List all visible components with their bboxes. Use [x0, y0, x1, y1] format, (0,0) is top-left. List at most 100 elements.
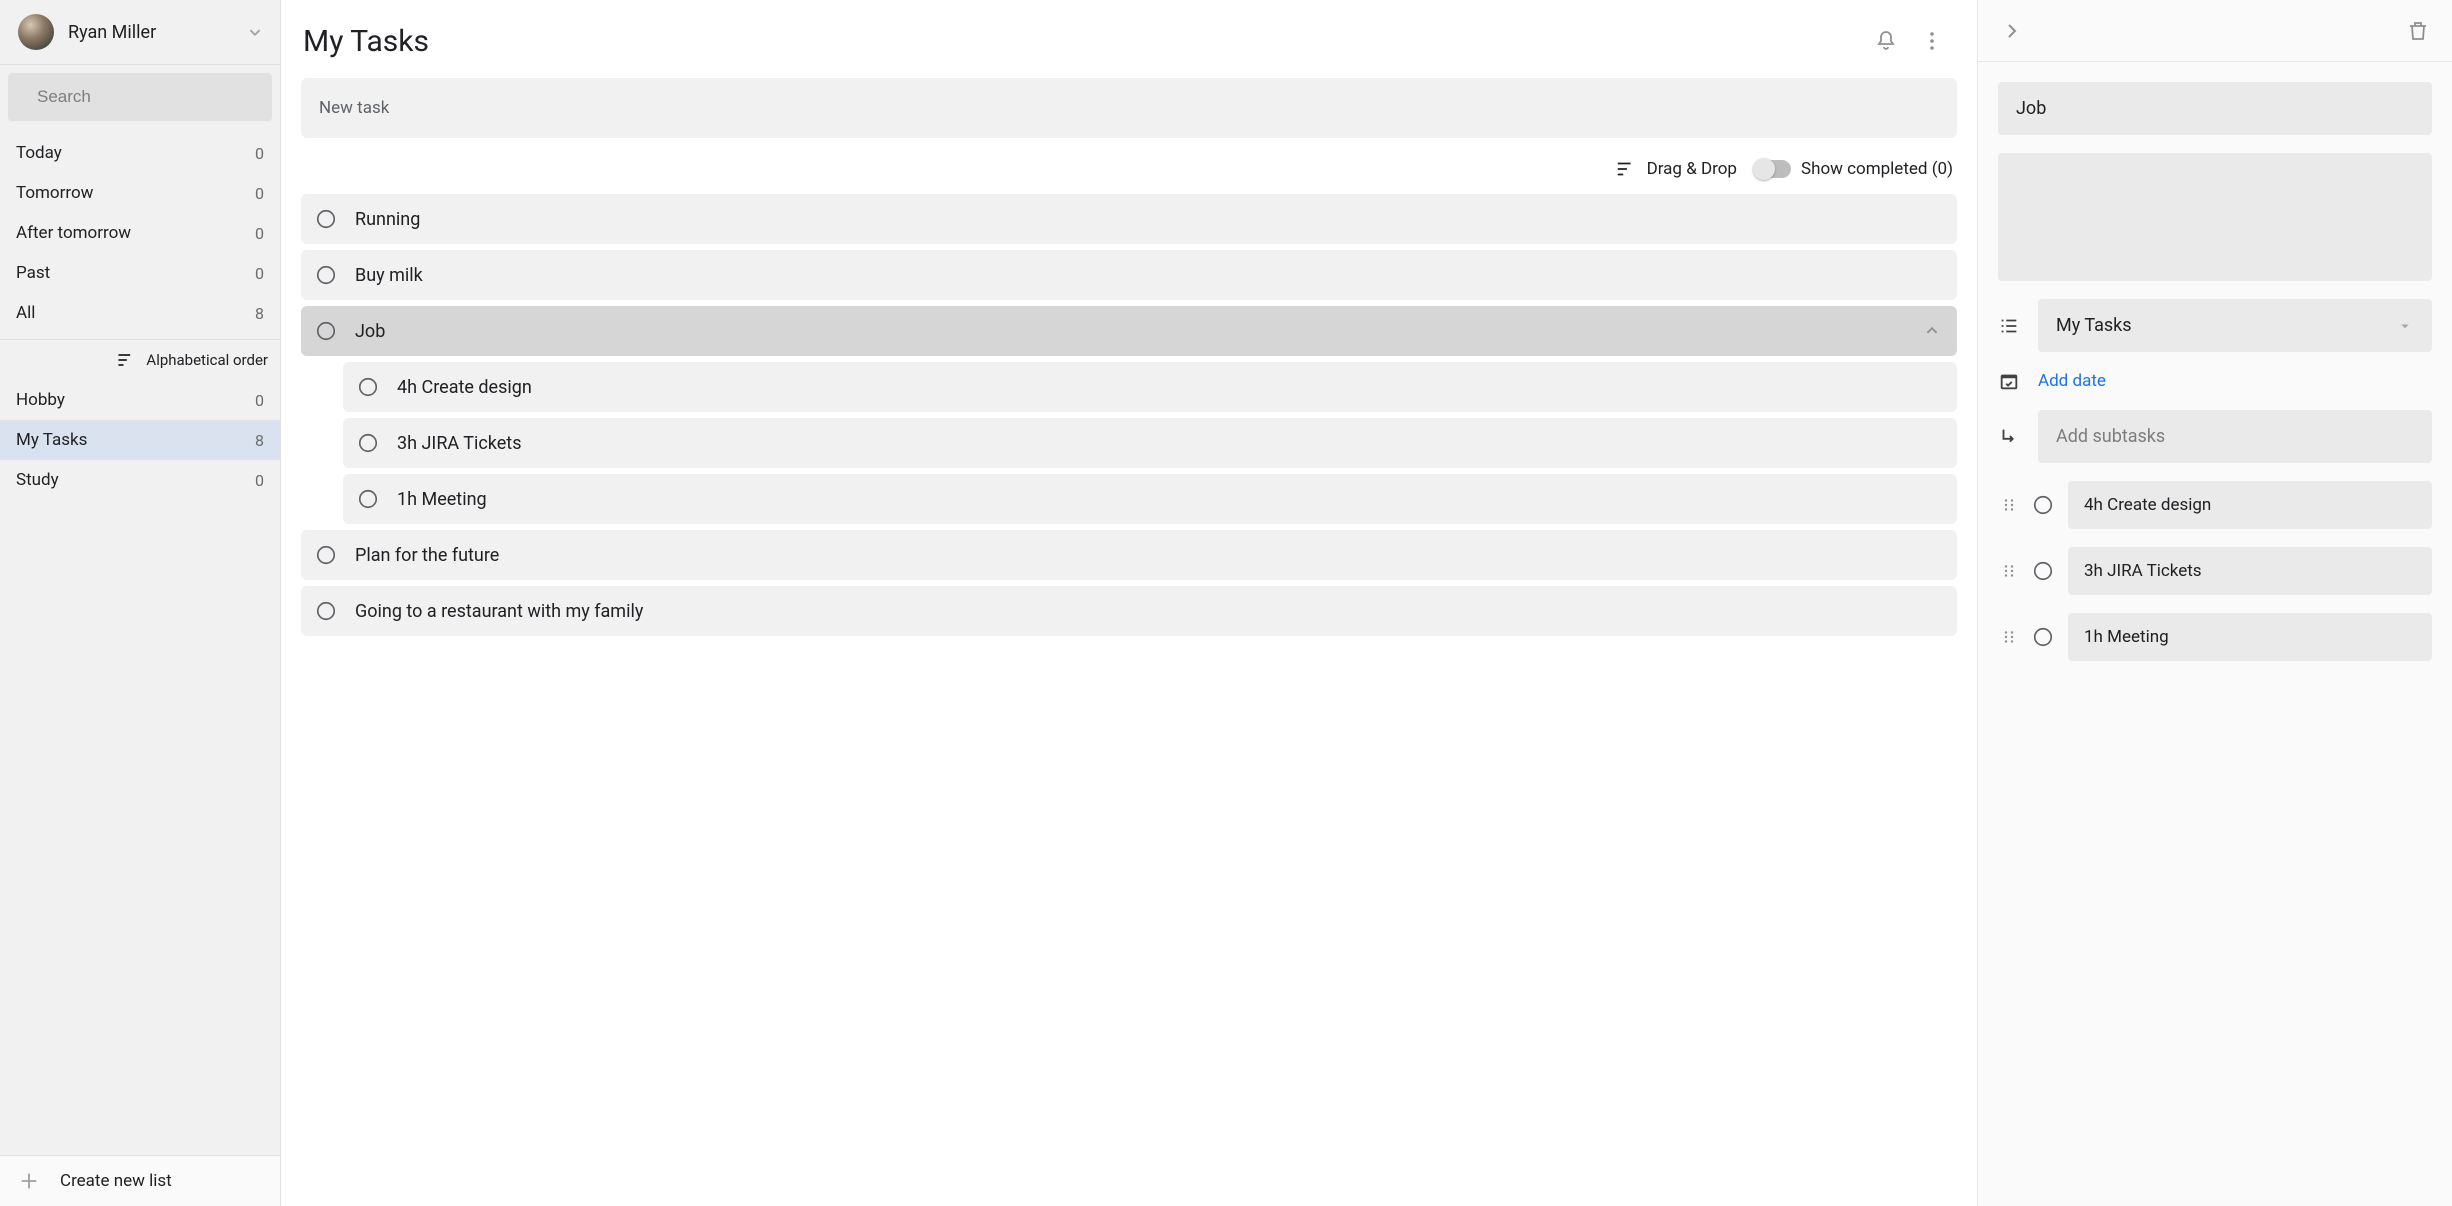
check-circle-icon[interactable] [357, 432, 379, 454]
task-row[interactable]: Plan for the future [301, 530, 1957, 580]
main-header: My Tasks [301, 0, 1957, 78]
collapse-detail-button[interactable] [1992, 11, 2032, 51]
sort-icon [116, 350, 136, 370]
lists-section: Hobby 0 My Tasks 8 Study 0 [0, 380, 280, 506]
search-box[interactable] [8, 73, 272, 121]
task-row[interactable]: Running [301, 194, 1957, 244]
search-input[interactable] [37, 87, 258, 107]
detail-title-input[interactable]: Job [1998, 82, 2432, 135]
task-title: Running [355, 209, 1943, 230]
detail-subtask-row[interactable]: 3h JIRA Tickets [1998, 547, 2432, 595]
avatar [18, 14, 54, 50]
new-task-input[interactable]: New task [301, 78, 1957, 138]
list-my-tasks[interactable]: My Tasks 8 [0, 420, 280, 460]
show-completed-toggle[interactable]: Show completed (0) [1755, 159, 1953, 179]
filter-label: All [16, 303, 35, 323]
drag-handle-icon[interactable] [2000, 562, 2018, 580]
page-title: My Tasks [303, 24, 1863, 59]
user-menu[interactable]: Ryan Miller [0, 0, 280, 65]
sort-mode[interactable]: Drag & Drop [1615, 158, 1737, 180]
toggle-knob [1753, 158, 1775, 180]
check-circle-icon[interactable] [315, 544, 337, 566]
detail-notes-input[interactable] [1998, 153, 2432, 281]
check-circle-icon[interactable] [315, 600, 337, 622]
more-vert-icon [1920, 29, 1944, 53]
filter-label: After tomorrow [16, 223, 131, 243]
drag-handle-icon[interactable] [2000, 496, 2018, 514]
add-date-link[interactable]: Add date [2038, 371, 2106, 391]
sort-mode-label: Drag & Drop [1647, 159, 1737, 179]
detail-subtask-title[interactable]: 3h JIRA Tickets [2068, 547, 2432, 595]
list-icon [1998, 315, 2020, 337]
check-circle-icon[interactable] [357, 488, 379, 510]
filter-label: Past [16, 263, 50, 283]
task-title: Buy milk [355, 265, 1943, 286]
task-row[interactable]: Buy milk [301, 250, 1957, 300]
check-circle-icon[interactable] [2032, 560, 2054, 582]
detail-subtask-title[interactable]: 1h Meeting [2068, 613, 2432, 661]
filter-count: 8 [255, 304, 264, 323]
detail-subtask-row[interactable]: 1h Meeting [1998, 613, 2432, 661]
check-circle-icon[interactable] [315, 264, 337, 286]
detail-panel: Job My Tasks Add date Add subtasks [1978, 0, 2452, 1206]
more-button[interactable] [1909, 18, 1955, 64]
detail-subtask-title[interactable]: 4h Create design [2068, 481, 2432, 529]
show-completed-label: Show completed (0) [1801, 159, 1953, 179]
chevron-up-icon[interactable] [1921, 320, 1943, 342]
filter-all[interactable]: All 8 [0, 293, 280, 333]
detail-title: Job [2016, 98, 2046, 119]
trash-icon [2406, 19, 2430, 43]
task-title: Plan for the future [355, 545, 1943, 566]
check-circle-icon[interactable] [315, 320, 337, 342]
chevron-right-icon [2000, 19, 2024, 43]
check-circle-icon[interactable] [357, 376, 379, 398]
delete-task-button[interactable] [2398, 11, 2438, 51]
drag-handle-icon[interactable] [2000, 628, 2018, 646]
filter-today[interactable]: Today 0 [0, 133, 280, 173]
chevron-down-icon [244, 21, 266, 43]
filter-section: Today 0 Tomorrow 0 After tomorrow 0 Past… [0, 129, 280, 340]
sort-label: Alphabetical order [146, 351, 268, 369]
filter-after-tomorrow[interactable]: After tomorrow 0 [0, 213, 280, 253]
subtask-title: 1h Meeting [397, 489, 1943, 510]
task-title: Going to a restaurant with my family [355, 601, 1943, 622]
detail-add-subtask-row: Add subtasks [1998, 410, 2432, 463]
subtask-row[interactable]: 3h JIRA Tickets [343, 418, 1957, 468]
filter-count: 0 [255, 144, 264, 163]
new-task-placeholder: New task [319, 98, 389, 118]
check-circle-icon[interactable] [315, 208, 337, 230]
calendar-icon [1998, 370, 2020, 392]
add-subtask-input[interactable]: Add subtasks [2038, 410, 2432, 463]
list-hobby[interactable]: Hobby 0 [0, 380, 280, 420]
sidebar: Ryan Miller Today 0 Tomorrow 0 After tom… [0, 0, 281, 1206]
detail-subtask-row[interactable]: 4h Create design [1998, 481, 2432, 529]
plus-icon [18, 1170, 40, 1192]
detail-date-row: Add date [1998, 370, 2432, 392]
list-count: 0 [255, 391, 264, 410]
create-list-button[interactable]: Create new list [0, 1155, 280, 1206]
bell-icon [1874, 29, 1898, 53]
detail-header [1978, 0, 2452, 62]
check-circle-icon[interactable] [2032, 626, 2054, 648]
task-toolbar: Drag & Drop Show completed (0) [301, 152, 1957, 194]
notifications-button[interactable] [1863, 18, 1909, 64]
list-study[interactable]: Study 0 [0, 460, 280, 500]
task-row[interactable]: Going to a restaurant with my family [301, 586, 1957, 636]
subtask-arrow-icon [1998, 426, 2020, 448]
subtask-row[interactable]: 4h Create design [343, 362, 1957, 412]
list-select[interactable]: My Tasks [2038, 299, 2432, 352]
subtask-title: 3h JIRA Tickets [397, 433, 1943, 454]
task-row-selected[interactable]: Job [301, 306, 1957, 356]
list-label: Study [16, 470, 59, 490]
filter-count: 0 [255, 264, 264, 283]
list-count: 8 [255, 431, 264, 450]
subtask-row[interactable]: 1h Meeting [343, 474, 1957, 524]
create-list-label: Create new list [60, 1171, 172, 1191]
filter-count: 0 [255, 184, 264, 203]
list-selected-label: My Tasks [2056, 315, 2132, 336]
filter-past[interactable]: Past 0 [0, 253, 280, 293]
list-sort[interactable]: Alphabetical order [0, 340, 280, 380]
check-circle-icon[interactable] [2032, 494, 2054, 516]
filter-tomorrow[interactable]: Tomorrow 0 [0, 173, 280, 213]
user-name: Ryan Miller [68, 22, 230, 43]
